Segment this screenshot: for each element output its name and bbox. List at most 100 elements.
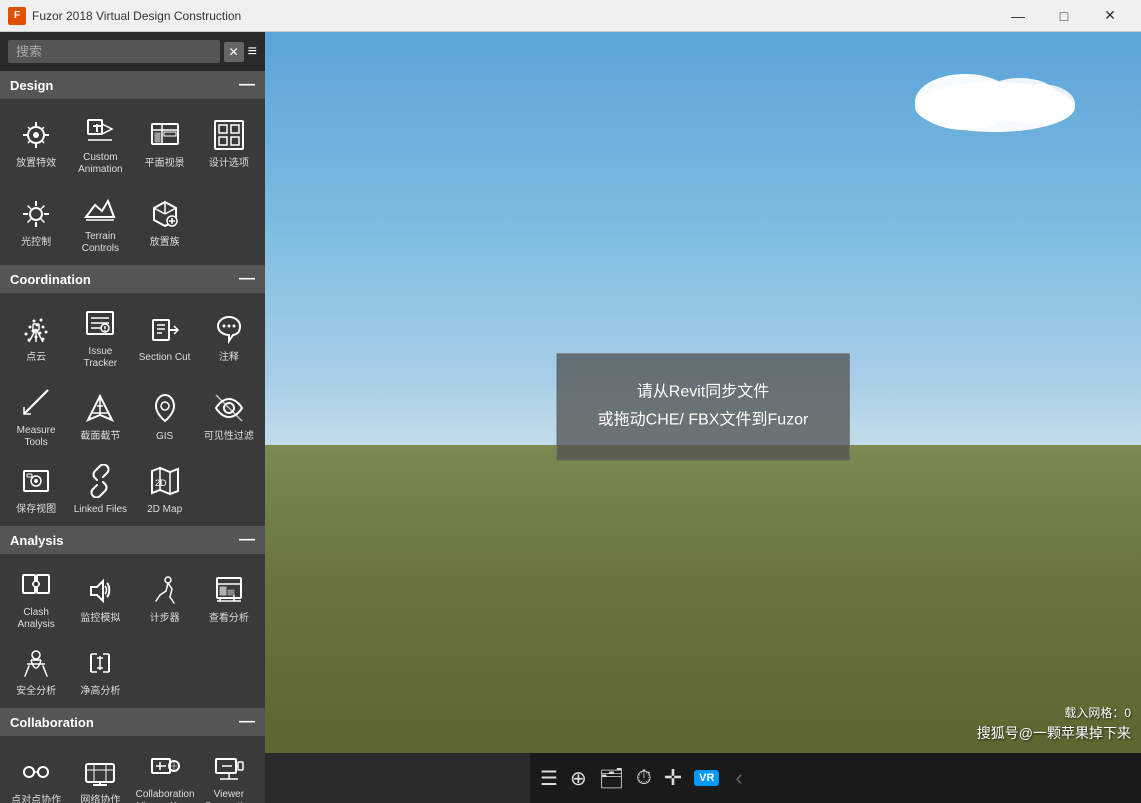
toolbar-list-icon[interactable]: ☰ bbox=[540, 766, 558, 791]
tool-gis[interactable]: GIS bbox=[133, 376, 197, 455]
titlebar: F Fuzor 2018 Virtual Design Construction… bbox=[0, 0, 1141, 32]
analysis-tools-grid: Clash Analysis 监控模拟 bbox=[0, 554, 265, 708]
gis-label: GIS bbox=[156, 431, 173, 443]
toolbar-move-icon[interactable]: ✛ bbox=[664, 765, 682, 791]
tool-section-cut[interactable]: Section Cut bbox=[133, 297, 197, 376]
tool-an-quan-fen-xi[interactable]: 安全分析 bbox=[4, 637, 68, 704]
design-tools-grid: 放置特效 Custom Animation bbox=[0, 99, 265, 265]
tool-cha-kan-fen-xi[interactable]: 查看分析 bbox=[197, 558, 261, 637]
svg-text:2D: 2D bbox=[155, 478, 167, 488]
ji-bu-qi-label: 计步器 bbox=[150, 613, 180, 625]
fang-zu-label: 放置族 bbox=[150, 237, 180, 249]
gis-icon bbox=[145, 388, 185, 428]
section-cut-label: Section Cut bbox=[139, 352, 191, 364]
dialog-line2: 或拖动CHE/ FBX文件到Fuzor bbox=[598, 407, 809, 436]
fang-zu-icon bbox=[145, 194, 185, 234]
design-collapse-icon[interactable]: — bbox=[239, 76, 255, 94]
tool-linked-files[interactable]: Linked Files bbox=[68, 455, 132, 522]
ji-bu-qi-icon bbox=[145, 570, 185, 610]
jian-kong-mo-ni-icon bbox=[80, 570, 120, 610]
jing-gao-fen-xi-icon bbox=[80, 643, 120, 683]
search-menu-button[interactable]: ≡ bbox=[248, 43, 257, 61]
tool-collab-viewer[interactable]: Collaboration Viewer Keys bbox=[133, 740, 197, 803]
dian-yun-label: 点云 bbox=[26, 352, 46, 364]
tool-fangzhong-texiao[interactable]: 放置特效 bbox=[4, 103, 68, 182]
close-button[interactable]: ✕ bbox=[1087, 0, 1133, 32]
window-controls: — □ ✕ bbox=[995, 0, 1133, 32]
coordination-section-header[interactable]: Coordination — bbox=[0, 265, 265, 293]
toolbar-vr-badge[interactable]: VR bbox=[694, 770, 719, 786]
collaboration-section-header[interactable]: Collaboration — bbox=[0, 708, 265, 736]
an-quan-fen-xi-icon bbox=[16, 643, 56, 683]
tool-issue-tracker[interactable]: Issue Tracker bbox=[68, 297, 132, 376]
2d-map-icon: 2D bbox=[145, 461, 185, 501]
coordination-collapse-icon[interactable]: — bbox=[239, 270, 255, 288]
tool-wang-luo-xie-zuo[interactable]: 网络协作 bbox=[68, 740, 132, 803]
analysis-section-label: Analysis bbox=[10, 533, 63, 548]
zhu-shi-icon bbox=[209, 309, 249, 349]
sidebar: ✕ ≡ Design — 放置特效 bbox=[0, 32, 265, 803]
search-clear-button[interactable]: ✕ bbox=[224, 42, 244, 62]
tool-clash-analysis[interactable]: Clash Analysis bbox=[4, 558, 68, 637]
toolbar-clock-icon[interactable]: ⏱ bbox=[636, 767, 652, 790]
zhu-shi-label: 注释 bbox=[219, 352, 239, 364]
center-dialog: 请从Revit同步文件 或拖动CHE/ FBX文件到Fuzor bbox=[557, 353, 850, 461]
dian-dui-dian-icon bbox=[16, 752, 56, 792]
tool-bao-cun-shi-tu[interactable]: 保存视图 bbox=[4, 455, 68, 522]
tool-custom-animation[interactable]: Custom Animation bbox=[68, 103, 132, 182]
tool-sheji-xuanxiang[interactable]: 设计选项 bbox=[197, 103, 261, 182]
terrain-controls-icon bbox=[80, 188, 120, 228]
tool-guangkong-zhi[interactable]: 光控制 bbox=[4, 182, 68, 261]
main-area: ✕ ≡ Design — 放置特效 bbox=[0, 32, 1141, 803]
watermark-bottom: 搜狐号@一颗苹果掉下来 bbox=[977, 723, 1131, 743]
tool-jing-gao-fen-xi[interactable]: 净高分析 bbox=[68, 637, 132, 704]
analysis-collapse-icon[interactable]: — bbox=[239, 531, 255, 549]
linked-files-icon bbox=[80, 461, 120, 501]
issue-tracker-icon bbox=[80, 303, 120, 343]
an-quan-fen-xi-label: 安全分析 bbox=[16, 686, 56, 698]
tool-ji-bu-qi[interactable]: 计步器 bbox=[133, 558, 197, 637]
dian-yun-icon bbox=[16, 309, 56, 349]
maximize-button[interactable]: □ bbox=[1041, 0, 1087, 32]
toolbar-nav-icon[interactable]: ⊕ bbox=[570, 766, 587, 791]
jian-kong-mo-ni-label: 监控模拟 bbox=[80, 613, 120, 625]
tool-ke-jian-xing[interactable]: 可见性过滤 bbox=[197, 376, 261, 455]
analysis-section-header[interactable]: Analysis — bbox=[0, 526, 265, 554]
tool-jian-kong-mo-ni[interactable]: 监控模拟 bbox=[68, 558, 132, 637]
guangkong-zhi-icon bbox=[16, 194, 56, 234]
issue-tracker-label: Issue Tracker bbox=[71, 346, 129, 370]
search-bar: ✕ ≡ bbox=[0, 32, 265, 71]
measure-tools-icon bbox=[16, 382, 56, 422]
app-title: Fuzor 2018 Virtual Design Construction bbox=[32, 9, 995, 23]
tool-measure-tools[interactable]: Measure Tools bbox=[4, 376, 68, 455]
terrain-controls-label: Terrain Controls bbox=[71, 231, 129, 255]
collaboration-collapse-icon[interactable]: — bbox=[239, 713, 255, 731]
minimize-button[interactable]: — bbox=[995, 0, 1041, 32]
viewer-gen-label: Viewer Generation bbox=[200, 789, 258, 803]
tool-viewer-gen[interactable]: Viewer Generation bbox=[197, 740, 261, 803]
tool-fang-zu[interactable]: 放置族 bbox=[133, 182, 197, 261]
tool-dian-yun[interactable]: 点云 bbox=[4, 297, 68, 376]
ke-jian-xing-label: 可见性过滤 bbox=[204, 431, 254, 443]
measure-tools-label: Measure Tools bbox=[7, 425, 65, 449]
cha-kan-fen-xi-icon bbox=[209, 570, 249, 610]
coordination-section-label: Coordination bbox=[10, 272, 91, 287]
tool-jie-mian[interactable]: 截面截节 bbox=[68, 376, 132, 455]
custom-animation-icon bbox=[80, 109, 120, 149]
tool-pingmian-shitu[interactable]: 平面视景 bbox=[133, 103, 197, 182]
linked-files-label: Linked Files bbox=[74, 504, 127, 516]
tool-zhu-shi[interactable]: 注释 bbox=[197, 297, 261, 376]
ke-jian-xing-icon bbox=[209, 388, 249, 428]
tool-dian-dui-dian[interactable]: 点对点协作 bbox=[4, 740, 68, 803]
app-icon: F bbox=[8, 7, 26, 25]
tool-terrain-controls[interactable]: Terrain Controls bbox=[68, 182, 132, 261]
search-input[interactable] bbox=[8, 40, 220, 63]
toolbar-separator: ‹ bbox=[735, 765, 742, 791]
sheji-xuanxiang-label: 设计选项 bbox=[209, 158, 249, 170]
tool-2d-map[interactable]: 2D 2D Map bbox=[133, 455, 197, 522]
guangkong-zhi-label: 光控制 bbox=[21, 237, 51, 249]
design-section-header[interactable]: Design — bbox=[0, 71, 265, 99]
bao-cun-shi-tu-icon bbox=[16, 461, 56, 501]
toolbar-folder-icon[interactable]: 🗂 bbox=[599, 766, 624, 791]
sheji-xuanxiang-icon bbox=[209, 115, 249, 155]
